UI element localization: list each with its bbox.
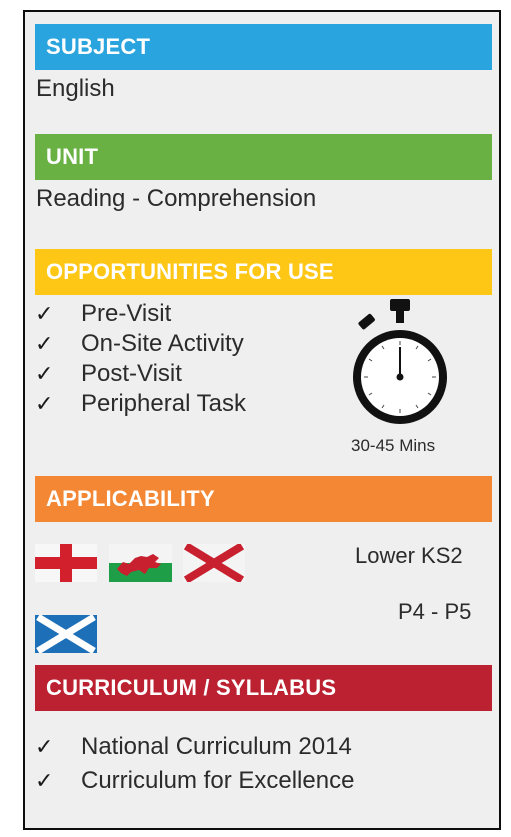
list-item-label: Curriculum for Excellence <box>81 767 355 794</box>
subject-header: SUBJECT <box>35 24 492 70</box>
unit-value: Reading - Comprehension <box>36 185 317 212</box>
curriculum-header: CURRICULUM / SYLLABUS <box>35 665 492 711</box>
check-icon: ✓ <box>35 361 54 386</box>
unit-header: UNIT <box>35 134 492 180</box>
stopwatch-icon <box>353 299 447 424</box>
lesson-info-card: SUBJECT English UNIT Reading - Comprehen… <box>23 10 501 830</box>
list-item-label: Pre-Visit <box>81 300 172 327</box>
england-flag-icon <box>35 544 97 582</box>
list-item-label: On-Site Activity <box>81 330 244 357</box>
curriculum-heading: CURRICULUM / SYLLABUS <box>46 675 337 700</box>
check-icon: ✓ <box>35 301 54 326</box>
list-item-label: National Curriculum 2014 <box>81 733 352 760</box>
northern-ireland-flag-icon <box>183 544 245 582</box>
applicability-header: APPLICABILITY <box>35 476 492 522</box>
check-icon: ✓ <box>35 391 54 416</box>
subject-value: English <box>36 75 115 102</box>
applicability-level-2: P4 - P5 <box>398 599 472 624</box>
list-item-label: Post-Visit <box>81 360 182 387</box>
duration-label: 30-45 Mins <box>351 436 436 455</box>
applicability-level-1: Lower KS2 <box>355 543 463 568</box>
scotland-flag-icon <box>35 615 97 653</box>
check-icon: ✓ <box>35 331 54 356</box>
check-icon: ✓ <box>35 768 54 793</box>
unit-heading: UNIT <box>46 144 99 169</box>
opportunities-header: OPPORTUNITIES FOR USE <box>35 249 492 295</box>
wales-flag-icon <box>109 544 172 582</box>
opportunities-heading: OPPORTUNITIES FOR USE <box>46 259 334 284</box>
applicability-heading: APPLICABILITY <box>46 486 215 511</box>
list-item-label: Peripheral Task <box>81 390 246 417</box>
check-icon: ✓ <box>35 734 54 759</box>
subject-heading: SUBJECT <box>46 34 151 59</box>
